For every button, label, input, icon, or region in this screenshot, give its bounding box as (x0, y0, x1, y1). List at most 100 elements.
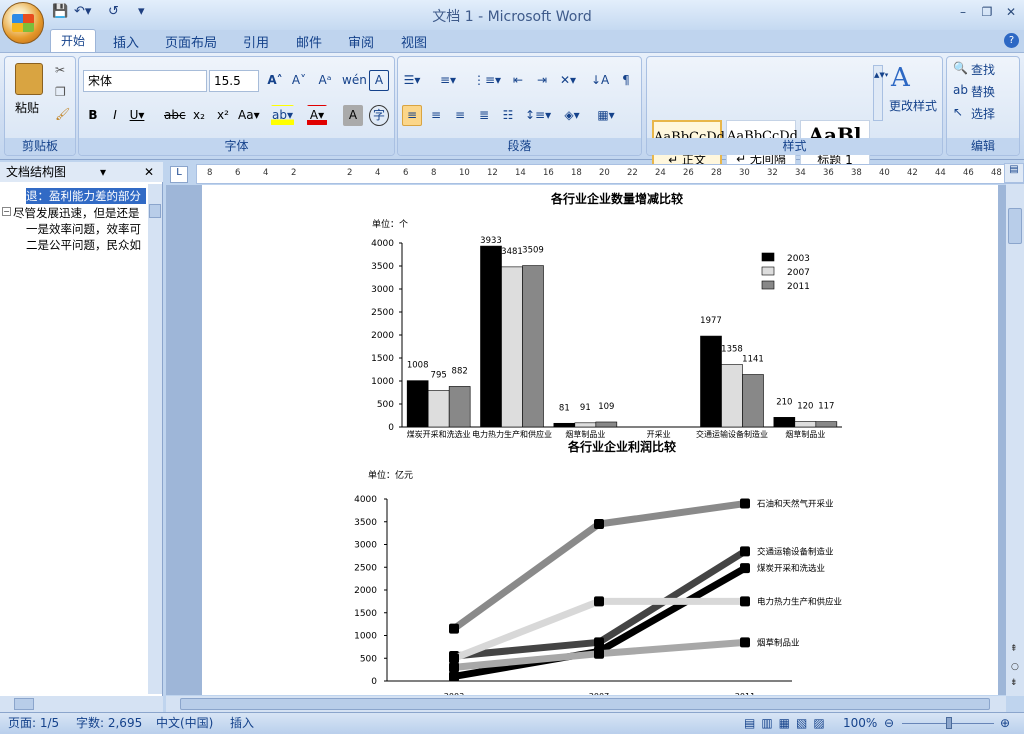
close-icon[interactable]: ✕ (144, 162, 154, 182)
data-label: 117 (818, 402, 834, 412)
nav-item[interactable]: 二是公平问题，民众如 (26, 237, 146, 253)
vertical-scrollbar[interactable]: ⇞ ○ ⇟ (1006, 184, 1024, 696)
document-page[interactable]: 各行业企业数量增减比较 单位：个 0 500 1000 1500 2000 2500 3000 3… (202, 185, 998, 695)
word-count[interactable]: 字数: 2,695 (76, 713, 142, 734)
office-button[interactable] (2, 2, 44, 44)
highlight-icon[interactable]: ab▾ (271, 105, 294, 126)
chevron-down-icon[interactable]: ▾ (100, 162, 106, 182)
language-indicator[interactable]: 中文(中国) (156, 713, 213, 734)
data-point (449, 623, 459, 634)
tab-view[interactable]: 视图 (401, 32, 427, 52)
styles-scroll[interactable]: ▲▼▾ (873, 65, 888, 121)
series-label: 煤炭开采和洗选业 (757, 563, 825, 574)
nav-item[interactable]: 一是效率问题，效率可 (26, 221, 146, 237)
borders-icon[interactable]: ▦▾ (596, 105, 616, 126)
increase-indent-icon[interactable]: ⇥ (532, 70, 552, 91)
tab-mailings[interactable]: 邮件 (296, 32, 322, 52)
view-buttons[interactable]: ▤▥▦▧▨ (744, 713, 831, 734)
font-color-icon[interactable]: A▾ (307, 105, 327, 126)
zoom-in-icon[interactable]: ⊕ (1000, 713, 1010, 734)
decrease-indent-icon[interactable]: ⇤ (508, 70, 528, 91)
underline-icon[interactable]: U▾ (127, 105, 147, 126)
page-indicator[interactable]: 页面: 1/5 (8, 713, 59, 734)
ruler-tick: 28 (711, 168, 722, 178)
tab-page-layout[interactable]: 页面布局 (165, 32, 217, 52)
replace-button[interactable]: 替换 (971, 83, 995, 100)
tab-selector[interactable]: L (170, 166, 188, 183)
scroll-thumb[interactable] (1008, 208, 1022, 244)
line-spacing-icon[interactable]: ↕≡▾ (524, 105, 552, 126)
prev-page-icon[interactable]: ⇞ (1010, 644, 1018, 654)
horizontal-ruler[interactable]: 8 6 4 2 2 4 6 8 10 12 14 16 18 20 22 24 26 28 30 32 34 36 38 40… (196, 164, 1024, 184)
collapse-icon[interactable]: − (2, 207, 11, 216)
align-center-icon[interactable]: ≡ (426, 105, 446, 126)
horizontal-scrollbar[interactable] (166, 696, 1006, 712)
subscript-icon[interactable]: x₂ (189, 105, 209, 126)
nav-item[interactable]: 退：盈利能力差的部分 (26, 188, 146, 204)
font-name-combo[interactable]: 宋体 (83, 70, 207, 92)
minimize-button[interactable]: – (952, 5, 974, 21)
multilevel-list-icon[interactable]: ⋮≡▾ (472, 70, 502, 91)
grow-font-icon[interactable]: A˄ (265, 70, 285, 91)
bullets-icon[interactable]: ☰▾ (402, 70, 422, 91)
nav-scrollbar[interactable] (148, 184, 162, 694)
format-painter-icon[interactable]: 🖌 (55, 107, 70, 121)
char-shading-icon[interactable]: A (343, 105, 363, 126)
zoom-level[interactable]: 100% (843, 713, 877, 734)
find-button[interactable]: 查找 (971, 61, 995, 78)
ruler-tick: 2 (347, 168, 353, 178)
series-label: 石油和天然气开采业 (757, 499, 834, 510)
enclose-char-icon[interactable]: 字 (369, 105, 389, 126)
y-tick-label: 2000 (371, 331, 394, 341)
zoom-thumb[interactable] (946, 717, 952, 729)
help-icon[interactable]: ? (1004, 33, 1019, 48)
clear-format-icon[interactable]: Aᵃ (315, 70, 335, 91)
next-page-icon[interactable]: ⇟ (1010, 678, 1018, 688)
nav-item[interactable]: 尽管发展迅速，但是还是 (13, 205, 146, 221)
cut-icon[interactable]: ✂ (55, 63, 65, 77)
tab-home[interactable]: 开始 (50, 29, 96, 53)
y-tick-label: 4000 (371, 239, 394, 249)
zoom-out-icon[interactable]: ⊖ (884, 713, 894, 734)
paste-icon[interactable] (15, 63, 43, 95)
font-size-combo[interactable]: 15.5 (209, 70, 259, 92)
copy-icon[interactable]: ❐ (55, 85, 66, 99)
change-styles-icon[interactable]: A (891, 63, 910, 93)
bold-icon[interactable]: B (83, 105, 103, 126)
data-point (449, 671, 459, 682)
align-right-icon[interactable]: ≡ (450, 105, 470, 126)
restore-button[interactable]: ❐ (976, 5, 998, 21)
char-border-icon[interactable]: A (369, 70, 389, 91)
strikethrough-icon[interactable]: abc (163, 105, 187, 126)
justify-icon[interactable]: ≣ (474, 105, 494, 126)
tab-review[interactable]: 审阅 (348, 32, 374, 52)
shrink-font-icon[interactable]: A˅ (289, 70, 309, 91)
ruler-tick: 4 (375, 168, 381, 178)
change-case-icon[interactable]: Aa▾ (237, 105, 261, 126)
bar (480, 245, 502, 428)
asian-layout-icon[interactable]: ✕▾ (558, 70, 578, 91)
paste-button[interactable]: 粘贴 (15, 99, 39, 116)
browse-object-icon[interactable]: ○ (1011, 662, 1019, 672)
select-button[interactable]: 选择 (971, 105, 995, 122)
ruler-tick: 8 (431, 168, 437, 178)
close-button[interactable]: ✕ (1000, 5, 1022, 21)
show-marks-icon[interactable]: ¶ (616, 70, 636, 91)
change-styles-button[interactable]: 更改样式 (889, 97, 937, 114)
italic-icon[interactable]: I (105, 105, 125, 126)
superscript-icon[interactable]: x² (213, 105, 233, 126)
distributed-icon[interactable]: ☷ (498, 105, 518, 126)
nav-hscrollbar[interactable] (0, 696, 163, 712)
numbering-icon[interactable]: ≡▾ (438, 70, 458, 91)
phonetic-guide-icon[interactable]: wén (341, 70, 368, 91)
legend-label: 2007 (787, 268, 810, 278)
tab-references[interactable]: 引用 (243, 32, 269, 52)
tab-insert[interactable]: 插入 (113, 32, 139, 52)
shading-icon[interactable]: ◈▾ (562, 105, 582, 126)
insert-mode[interactable]: 插入 (230, 713, 254, 734)
editing-group-label: 编辑 (947, 138, 1019, 155)
data-label: 210 (776, 397, 792, 407)
sort-icon[interactable]: ↓A (590, 70, 610, 91)
align-left-icon[interactable]: ≡ (402, 105, 422, 126)
ruler-toggle-icon[interactable]: ▤ (1004, 163, 1024, 183)
